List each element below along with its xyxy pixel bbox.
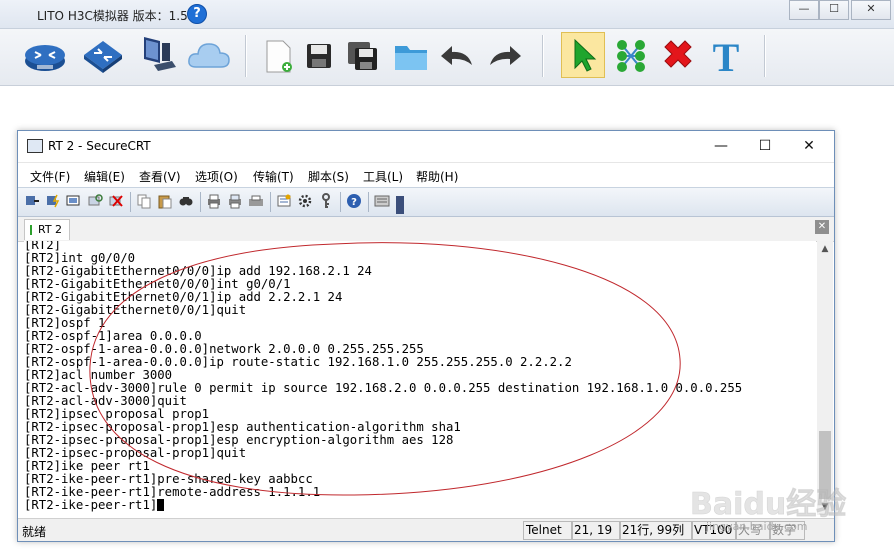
global-options-icon[interactable] xyxy=(297,193,313,209)
menu-tools[interactable]: 工具(L) xyxy=(363,168,403,185)
menu-help[interactable]: 帮助(H) xyxy=(416,168,458,185)
app-maximize-button[interactable]: ☐ xyxy=(819,0,849,20)
save-as-icon[interactable] xyxy=(340,33,386,79)
pc-icon[interactable] xyxy=(134,33,180,79)
toolbar-separator xyxy=(270,192,271,212)
crt-titlebar: RT 2 - SecureCRT — ☐ ✕ xyxy=(18,131,834,161)
router-icon[interactable] xyxy=(22,33,68,79)
connect-icon[interactable] xyxy=(608,33,654,79)
print-icon[interactable] xyxy=(206,193,222,209)
toolbar-separator xyxy=(130,192,131,212)
connect-icon[interactable] xyxy=(24,193,40,209)
terminal-output[interactable]: [RT2] [RT2]int g0/0/0 [RT2-GigabitEthern… xyxy=(24,241,816,515)
key-icon[interactable] xyxy=(318,193,334,209)
watermark-url: jingyan.baidu.com xyxy=(706,520,808,533)
menu-view[interactable]: 查看(V) xyxy=(139,168,181,185)
help-icon[interactable]: ? xyxy=(346,193,362,209)
text-icon[interactable]: T xyxy=(703,33,749,80)
menu-edit[interactable]: 编辑(E) xyxy=(84,168,125,185)
reconnect-icon[interactable] xyxy=(87,193,103,209)
session-options-icon[interactable] xyxy=(276,193,292,209)
app-close-button[interactable]: ✕ xyxy=(851,0,891,20)
find-icon[interactable] xyxy=(178,193,194,209)
undo-icon[interactable] xyxy=(434,33,480,79)
menu-transfer[interactable]: 传输(T) xyxy=(253,168,294,185)
crt-toolbar: ? xyxy=(18,187,834,217)
vertical-scrollbar[interactable]: ▲ ▼ xyxy=(817,241,833,515)
status-ready: 就绪 xyxy=(22,525,47,539)
status-cursor-position: 21, 19 xyxy=(571,521,621,540)
connected-indicator-icon xyxy=(30,225,32,235)
annotation-ellipse-stroke xyxy=(89,242,681,496)
annotation-ellipse xyxy=(89,242,681,496)
toolbar-separator xyxy=(542,35,544,77)
toolbar-separator xyxy=(368,192,369,212)
crt-maximize-button[interactable]: ☐ xyxy=(745,135,785,157)
redo-icon[interactable] xyxy=(482,33,528,79)
tab-label: RT 2 xyxy=(38,223,63,236)
menu-file[interactable]: 文件(F) xyxy=(30,168,70,185)
svg-text:Baidu经验: Baidu经验 xyxy=(690,487,846,522)
toolbar-separator xyxy=(245,35,247,77)
svg-text:?: ? xyxy=(351,197,357,208)
print-selection-icon[interactable] xyxy=(227,193,243,209)
app-title: LITO H3C模拟器 版本：1.5.2 xyxy=(37,9,200,23)
crt-minimize-button[interactable]: — xyxy=(701,135,741,157)
menu-script[interactable]: 脚本(S) xyxy=(308,168,349,185)
crt-title: RT 2 - SecureCRT xyxy=(48,139,151,153)
printer-icon[interactable] xyxy=(248,193,264,209)
crt-tabbar: RT 2 xyxy=(18,217,834,242)
app-toolbar: T xyxy=(0,29,894,86)
tab-close-icon[interactable]: ✕ xyxy=(815,220,829,234)
toolbar-separator xyxy=(340,192,341,212)
scroll-up-icon[interactable]: ▲ xyxy=(817,241,833,257)
securecrt-icon xyxy=(27,139,43,153)
status-protocol: Telnet xyxy=(523,521,573,540)
svg-text:T: T xyxy=(713,35,740,79)
copy-icon[interactable] xyxy=(136,193,152,209)
help-icon[interactable]: ? xyxy=(187,4,207,24)
status-rows-cols: 21行, 99列 xyxy=(619,521,693,540)
cloud-icon[interactable] xyxy=(186,33,232,79)
toolbar-separator xyxy=(764,35,766,77)
open-folder-icon[interactable] xyxy=(388,33,434,79)
crt-menubar: 文件(F) 编辑(E) 查看(V) 选项(O) 传输(T) 脚本(S) 工具(L… xyxy=(18,162,834,188)
delete-icon[interactable] xyxy=(655,33,701,79)
paste-icon[interactable] xyxy=(157,193,173,209)
select-pointer-icon[interactable] xyxy=(561,32,605,78)
quick-connect-icon[interactable] xyxy=(45,193,61,209)
switch-icon[interactable] xyxy=(80,33,126,79)
toolbar-overflow-icon[interactable] xyxy=(396,196,404,214)
toolbar-separator xyxy=(200,192,201,212)
menu-options[interactable]: 选项(O) xyxy=(195,168,238,185)
tab-rt2[interactable]: RT 2 xyxy=(24,219,70,240)
crt-close-button[interactable]: ✕ xyxy=(789,135,829,157)
save-icon[interactable] xyxy=(296,33,342,79)
keymap-icon[interactable] xyxy=(374,193,390,209)
app-minimize-button[interactable]: — xyxy=(789,0,819,20)
app-titlebar: LITO H3C模拟器 版本：1.5.2 ? — ☐ ✕ xyxy=(0,0,894,29)
disconnect-icon[interactable] xyxy=(108,193,124,209)
connect-in-tab-icon[interactable] xyxy=(66,193,82,209)
